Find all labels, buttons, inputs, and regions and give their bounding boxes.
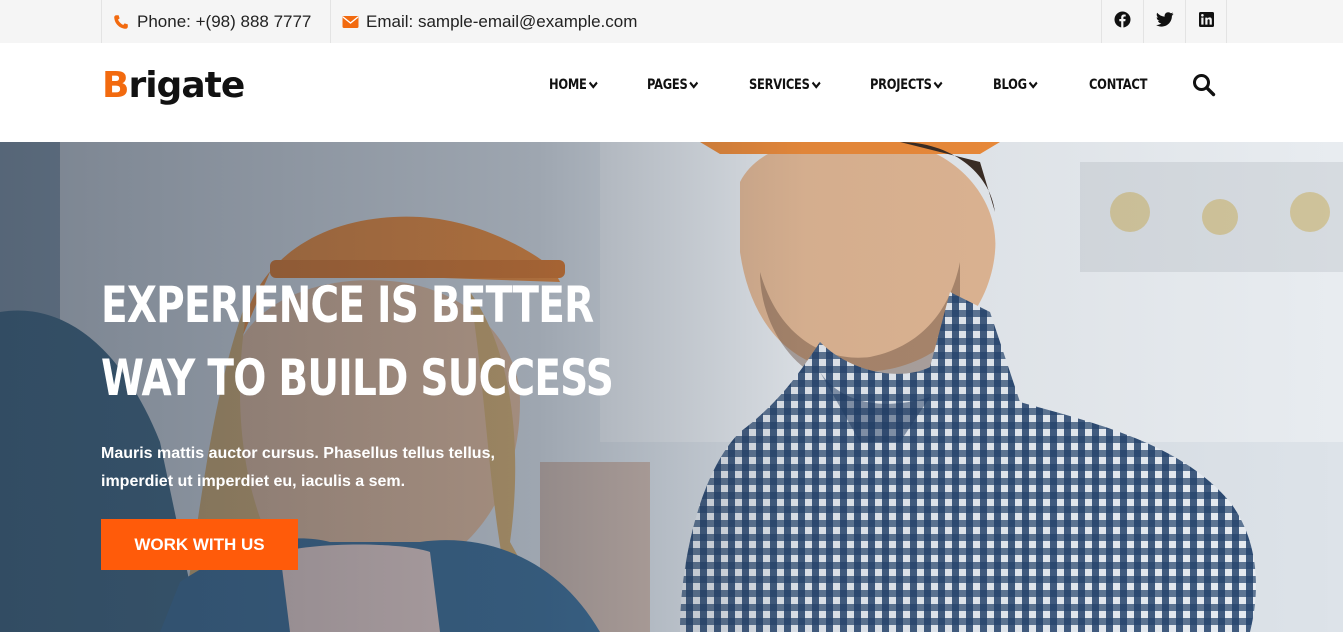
search-button[interactable] xyxy=(1192,73,1216,97)
linkedin-icon xyxy=(1198,11,1214,32)
phone-contact[interactable]: Phone: +(98) 888 7777 xyxy=(101,0,330,43)
logo-rest: rigate xyxy=(128,65,245,106)
hero-title-line-2: WAY TO BUILD SUCCESS xyxy=(101,349,614,407)
phone-text: Phone: +(98) 888 7777 xyxy=(137,11,312,31)
main-header: Brigate HOME PAGES SERVICES PROJECTS BLO… xyxy=(0,43,1343,142)
envelope-icon xyxy=(341,13,359,31)
nav-label: HOME xyxy=(549,77,587,93)
twitter-icon xyxy=(1155,11,1174,32)
nav-item-services[interactable]: SERVICES xyxy=(749,77,821,93)
top-bar: Phone: +(98) 888 7777 Email: sample-emai… xyxy=(0,0,1343,43)
email-contact[interactable]: Email: sample-email@example.com xyxy=(330,0,680,43)
nav-label: SERVICES xyxy=(749,77,810,93)
chevron-down-icon xyxy=(1029,81,1038,89)
nav-label: PAGES xyxy=(647,77,688,93)
search-icon xyxy=(1193,74,1216,97)
nav-item-projects[interactable]: PROJECTS xyxy=(870,77,943,93)
nav-label: PROJECTS xyxy=(870,77,932,93)
hero-subtitle: Mauris mattis auctor cursus. Phasellus t… xyxy=(101,445,495,490)
chevron-down-icon xyxy=(811,81,821,89)
nav-item-blog[interactable]: BLOG xyxy=(993,77,1038,93)
nav-item-home[interactable]: HOME xyxy=(549,77,598,93)
hero-title-line-1: EXPERIENCE IS BETTER xyxy=(101,276,594,334)
nav-item-contact[interactable]: CONTACT xyxy=(1089,77,1147,93)
phone-icon xyxy=(112,13,130,31)
nav-label: CONTACT xyxy=(1089,77,1148,93)
chevron-down-icon xyxy=(689,81,699,89)
nav-item-pages[interactable]: PAGES xyxy=(647,77,699,93)
brand-logo[interactable]: Brigate xyxy=(102,65,245,106)
facebook-icon xyxy=(1114,11,1131,33)
chevron-down-icon xyxy=(933,81,943,89)
facebook-link[interactable] xyxy=(1101,0,1143,43)
work-with-us-button[interactable]: WORK WITH US xyxy=(101,519,298,570)
linkedin-link[interactable] xyxy=(1185,0,1227,43)
nav-label: BLOG xyxy=(993,77,1027,93)
email-text: Email: sample-email@example.com xyxy=(366,11,638,31)
chevron-down-icon xyxy=(588,81,598,89)
hero-section: EXPERIENCE IS BETTER WAY TO BUILD SUCCES… xyxy=(0,142,1343,632)
social-links xyxy=(1101,0,1227,43)
logo-initial: B xyxy=(102,65,129,106)
twitter-link[interactable] xyxy=(1143,0,1185,43)
